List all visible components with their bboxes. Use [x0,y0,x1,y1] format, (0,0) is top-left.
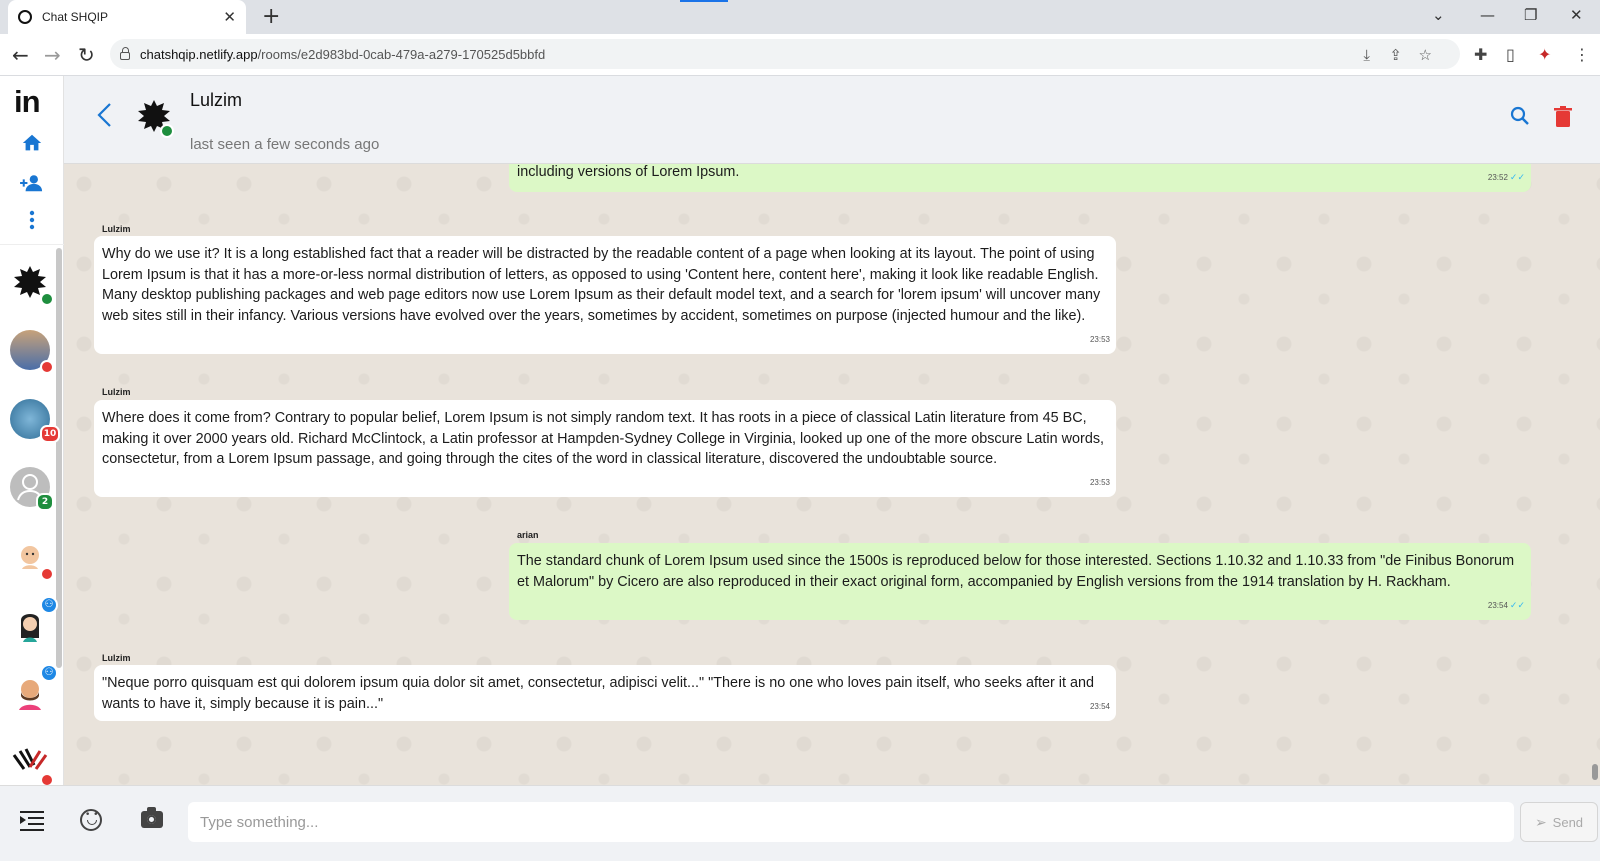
offline-status-dot [40,567,54,581]
message-sender: Lulzim [102,224,131,234]
forward-icon[interactable]: → [44,43,61,67]
message-text: Where does it come from? Contrary to pop… [102,410,1105,468]
last-seen-status: last seen a few seconds ago [190,136,380,153]
message-sender: arian [517,530,539,540]
outgoing-message[interactable]: The standard chunk of Lorem Ipsum used s… [509,543,1531,620]
emoji-icon[interactable] [80,809,102,831]
extensions-icon[interactable]: ✚ [1474,45,1487,64]
message-list[interactable]: including versions of Lorem Ipsum. 23:52… [64,164,1600,785]
contact-item[interactable]: 10 [10,399,60,443]
url-text: chatshqip.netlify.app/rooms/e2d983bd-0ca… [140,46,546,62]
lock-icon [120,47,130,60]
new-tab-icon[interactable]: + [262,4,280,29]
contact-item[interactable]: ⚇ [10,664,58,712]
close-window-icon[interactable]: ✕ [1570,6,1583,24]
unread-count-badge: 10 [40,425,60,443]
tab-title: Chat SHQIP [42,10,109,24]
contact-item[interactable] [10,743,54,787]
sidebar: in 10 2 ⚇ ⚇ [0,76,64,787]
camera-icon[interactable] [141,807,163,828]
message-sender: Lulzim [102,653,131,663]
message-text: including versions of Lorem Ipsum. [517,164,740,180]
message-timestamp: 23:53 [1089,478,1110,488]
loading-indicator [680,0,728,2]
send-icon: ➢ [1534,813,1547,830]
contact-item[interactable] [10,262,54,306]
chat-scrollbar[interactable] [1592,764,1598,780]
incoming-message[interactable]: Why do we use it? It is a long establish… [94,236,1116,354]
contact-name: Lulzim [190,90,243,110]
bookmark-star-icon[interactable]: ☆ [1419,46,1432,64]
search-icon[interactable] [1510,106,1530,132]
home-icon[interactable] [19,132,45,158]
address-bar[interactable]: chatshqip.netlify.app/rooms/e2d983bd-0ca… [110,39,1460,69]
contact-item[interactable] [10,537,54,581]
more-options-icon[interactable] [19,210,45,236]
share-icon[interactable]: ⇪ [1389,46,1402,64]
contact-item[interactable]: 2 [10,467,54,511]
online-status-dot [40,292,54,306]
maximize-icon[interactable]: ❐ [1524,6,1537,24]
message-text: "Neque porro quisquam est qui dolorem ip… [102,675,1094,712]
chat-app: in 10 2 ⚇ ⚇ Lulzim last seen a few secon… [0,76,1600,861]
close-tab-icon[interactable]: ✕ [223,8,236,26]
browser-menu-icon[interactable]: ⋮ [1574,45,1590,64]
back-icon[interactable]: ← [12,43,29,67]
minimize-icon[interactable]: — [1480,6,1495,24]
send-button[interactable]: ➢ Send [1520,802,1598,842]
message-sender: Lulzim [102,387,131,397]
group-icon: ⚇ [40,596,58,614]
message-timestamp: 23:54 ✓✓ [1487,600,1525,611]
contact-item[interactable]: ⚇ [10,596,58,644]
profile-logo-icon[interactable]: ✦ [1538,45,1551,64]
browser-toolbar: ← → ↻ chatshqip.netlify.app/rooms/e2d983… [0,34,1600,76]
unread-count-badge: 2 [36,493,54,511]
message-composer: ➢ Send [0,785,1600,861]
send-label: Send [1552,814,1584,830]
message-text: Why do we use it? It is a long establish… [102,246,1101,324]
read-receipt-icon: ✓✓ [1509,600,1525,611]
back-arrow-icon[interactable] [96,102,112,135]
online-status-dot [160,124,174,138]
sidebar-divider [0,244,64,245]
read-receipt-icon: ✓✓ [1509,172,1525,183]
incoming-message[interactable]: "Neque porro quisquam est qui dolorem ip… [94,665,1116,721]
offline-status-dot [40,360,54,374]
delete-chat-icon[interactable] [1554,106,1572,134]
message-timestamp: 23:52 ✓✓ [1487,172,1525,183]
side-panel-icon[interactable]: ▯ [1506,45,1515,64]
message-input[interactable] [188,802,1514,842]
add-contact-icon[interactable] [19,172,45,198]
message-timestamp: 23:54 [1089,702,1110,712]
message-timestamp: 23:53 [1089,335,1110,345]
chat-favicon-icon [18,10,32,24]
menu-toggle-icon[interactable] [20,808,46,834]
app-logo[interactable]: in [14,84,41,120]
contact-item[interactable] [10,330,54,374]
tab-search-icon[interactable]: ⌄ [1432,6,1445,24]
install-icon[interactable]: ⤓ [1363,46,1370,64]
chat-header: Lulzim last seen a few seconds ago [64,76,1600,164]
message-text: The standard chunk of Lorem Ipsum used s… [517,553,1515,590]
browser-tab-bar: Chat SHQIP ✕ + ⌄ — ❐ ✕ [0,0,1600,34]
browser-tab[interactable]: Chat SHQIP ✕ [8,0,246,34]
reload-icon[interactable]: ↻ [78,43,95,67]
incoming-message[interactable]: Where does it come from? Contrary to pop… [94,400,1116,497]
outgoing-message[interactable]: including versions of Lorem Ipsum. 23:52… [509,164,1531,192]
group-icon: ⚇ [40,664,58,682]
